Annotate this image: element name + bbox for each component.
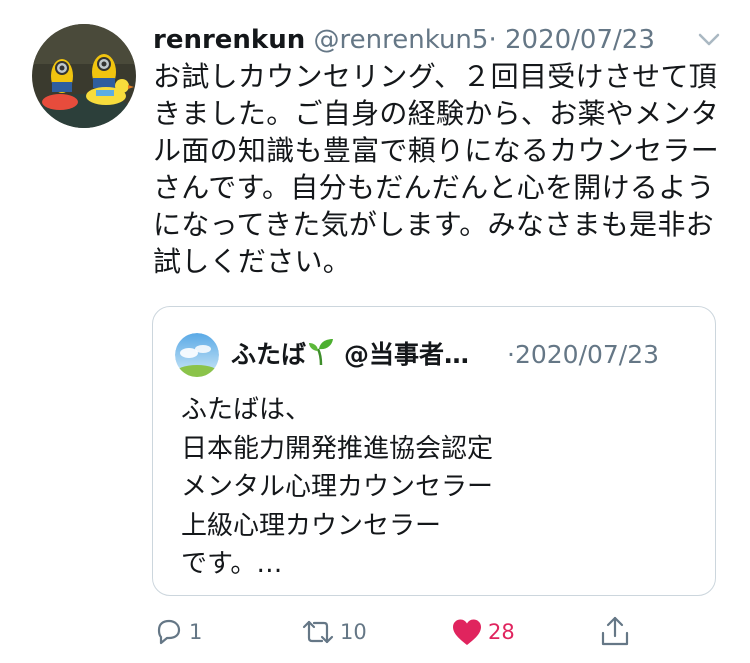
like-button[interactable]: 28 <box>450 612 515 652</box>
quoted-date-block: ·2020/07/23 <box>507 333 659 377</box>
author-handle[interactable]: @renrenkun5 <box>314 25 489 55</box>
quoted-author-avatar <box>175 333 219 377</box>
quoted-text-line: です。… <box>181 549 283 579</box>
heart-icon <box>453 619 481 645</box>
quoted-text-line: 日本能力開発推進協会認定 <box>181 433 494 464</box>
tweet-text-line: になってきた気がします。みなさまも是非お <box>153 208 714 241</box>
quoted-header: ふたば @当事者… <box>231 333 469 377</box>
quoted-avatar-image <box>175 333 219 377</box>
quoted-date: 2020/07/23 <box>514 340 660 369</box>
tweet-date[interactable]: 2020/07/23 <box>505 25 655 55</box>
reply-icon <box>157 619 181 645</box>
tweet-text-line: きました。ご自身の経験から、お薬やメンタ <box>153 97 720 130</box>
quoted-text-line: 上級心理カウンセラー <box>181 510 442 541</box>
tweet-text-line: ル面の知識も豊富で頼りになるカウンセラー <box>153 134 720 167</box>
share-icon <box>601 616 629 646</box>
quoted-tweet-card[interactable]: ふたば @当事者… ·2020/07/23 ふたばは、 日本能力開発推進協会認定… <box>152 306 716 596</box>
tweet-text: お試しカウンセリング、２回目受けさせて頂 きました。ご自身の経験から、お薬やメン… <box>153 58 733 280</box>
retweet-icon <box>302 620 334 644</box>
chevron-down-icon[interactable] <box>694 26 724 52</box>
reply-button[interactable]: 1 <box>153 612 202 652</box>
header-separator: · <box>488 25 497 55</box>
quoted-text-line: ふたばは、 <box>181 395 312 425</box>
quoted-separator: · <box>507 340 515 369</box>
author-avatar[interactable] <box>32 24 136 128</box>
like-count: 28 <box>488 620 515 644</box>
tweet-actions: 1 10 28 <box>0 612 750 652</box>
quoted-text-line: メンタル心理カウンセラー <box>181 472 494 502</box>
share-button[interactable] <box>598 612 632 652</box>
quoted-text: ふたばは、 日本能力開発推進協会認定 メンタル心理カウンセラー 上級心理カウンセ… <box>181 391 493 584</box>
avatar-image <box>32 24 136 128</box>
quoted-author-handle: @当事者… <box>343 340 469 369</box>
reply-count: 1 <box>189 620 203 644</box>
author-name[interactable]: renrenkun <box>153 25 305 55</box>
tweet-header: renrenkun @renrenkun5· 2020/07/23 <box>153 20 655 60</box>
retweet-count: 10 <box>340 620 367 644</box>
tweet-text-line: さんです。自分もだんだんと心を開けるよう <box>153 171 715 204</box>
tweet-text-line: 試しください。 <box>153 245 352 278</box>
tweet-text-line: お試しカウンセリング、２回目受けさせて頂 <box>153 60 718 93</box>
retweet-button[interactable]: 10 <box>300 612 367 652</box>
quoted-author-name: ふたば <box>231 340 307 369</box>
sprout-icon <box>306 337 336 367</box>
